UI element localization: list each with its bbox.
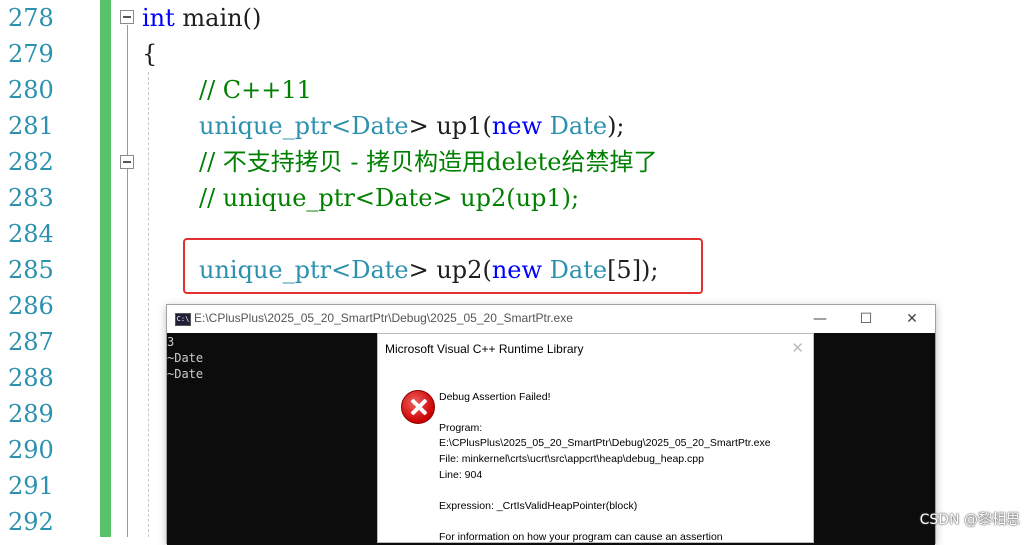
maximize-button[interactable]: ☐ (843, 305, 889, 333)
line-number: 287 (8, 328, 54, 356)
comment: // 不支持拷贝 - 拷贝构造用delete给禁掉了 (199, 148, 658, 176)
code-line-280[interactable]: // C++11 (199, 72, 312, 108)
error-icon (401, 390, 435, 424)
code-line-279[interactable]: { (142, 36, 157, 72)
line-number: 282 (8, 148, 54, 176)
type-name: Date (351, 112, 409, 140)
close-button[interactable]: ✕ (889, 305, 935, 333)
dialog-expression: Expression: _CrtIsValidHeapPointer(block… (439, 500, 638, 512)
console-app-icon: C:\ (175, 313, 191, 326)
red-highlight-box (183, 238, 703, 294)
comment: // unique_ptr<Date> up2(up1); (199, 184, 580, 212)
code-line-281[interactable]: unique_ptr<Date> up1(new Date); (199, 108, 625, 144)
line-number: 288 (8, 364, 54, 392)
code-line-278[interactable]: int main() (142, 0, 261, 36)
keyword: int (142, 4, 175, 32)
code-text: > up1( (408, 112, 492, 140)
code-text: { (142, 40, 158, 68)
code-text: < (331, 112, 352, 140)
console-title: E:\CPlusPlus\2025_05_20_SmartPtr\Debug\2… (194, 311, 573, 325)
indent-guide (148, 72, 149, 537)
line-number: 278 (8, 4, 54, 32)
line-number: 292 (8, 508, 54, 536)
line-number: 290 (8, 436, 54, 464)
line-number: 279 (8, 40, 54, 68)
dialog-program-label: Program: (439, 422, 483, 434)
type-name: unique_ptr (199, 112, 332, 140)
dialog-heading: Debug Assertion Failed! (439, 391, 551, 403)
line-number-gutter: 278 279 280 281 282 283 284 285 286 287 … (0, 0, 100, 537)
line-number: 281 (8, 112, 54, 140)
console-output-line: ~Date (167, 367, 204, 381)
watermark: CSDN @黎相思 (919, 512, 1020, 528)
line-number: 286 (8, 292, 54, 320)
code-text: ); (607, 112, 625, 140)
line-number: 291 (8, 472, 54, 500)
console-titlebar[interactable]: C:\ E:\CPlusPlus\2025_05_20_SmartPtr\Deb… (167, 305, 935, 333)
line-number: 284 (8, 220, 54, 248)
fold-collapse-icon[interactable] (120, 155, 134, 169)
dialog-line-number: Line: 904 (439, 469, 483, 481)
minimize-button[interactable]: — (797, 305, 843, 333)
keyword: new (491, 112, 543, 140)
dialog-program-path: E:\CPlusPlus\2025_05_20_SmartPtr\Debug\2… (439, 437, 771, 449)
fold-region-line (127, 25, 128, 215)
console-output-line: 3 (167, 335, 175, 349)
line-number: 280 (8, 76, 54, 104)
code-line-283[interactable]: // unique_ptr<Date> up2(up1); (199, 180, 579, 216)
runtime-error-dialog[interactable]: Microsoft Visual C++ Runtime Library ✕ D… (377, 333, 814, 543)
line-number: 285 (8, 256, 54, 284)
line-number: 283 (8, 184, 54, 212)
fold-region-line (127, 215, 128, 537)
change-indicator-bar (100, 0, 111, 537)
type-name: Date (549, 112, 608, 140)
code-text: main() (174, 4, 262, 32)
dialog-info-text: For information on how your program can … (439, 531, 723, 543)
dialog-close-icon[interactable]: ✕ (791, 339, 804, 357)
line-number: 289 (8, 400, 54, 428)
comment: // C++11 (199, 76, 312, 104)
console-output-line: ~Date (167, 351, 204, 365)
dialog-title: Microsoft Visual C++ Runtime Library (385, 342, 584, 356)
code-line-282[interactable]: // 不支持拷贝 - 拷贝构造用delete给禁掉了 (199, 144, 657, 180)
fold-collapse-icon[interactable] (120, 10, 134, 24)
dialog-file: File: minkernel\crts\ucrt\src\appcrt\hea… (439, 453, 704, 465)
